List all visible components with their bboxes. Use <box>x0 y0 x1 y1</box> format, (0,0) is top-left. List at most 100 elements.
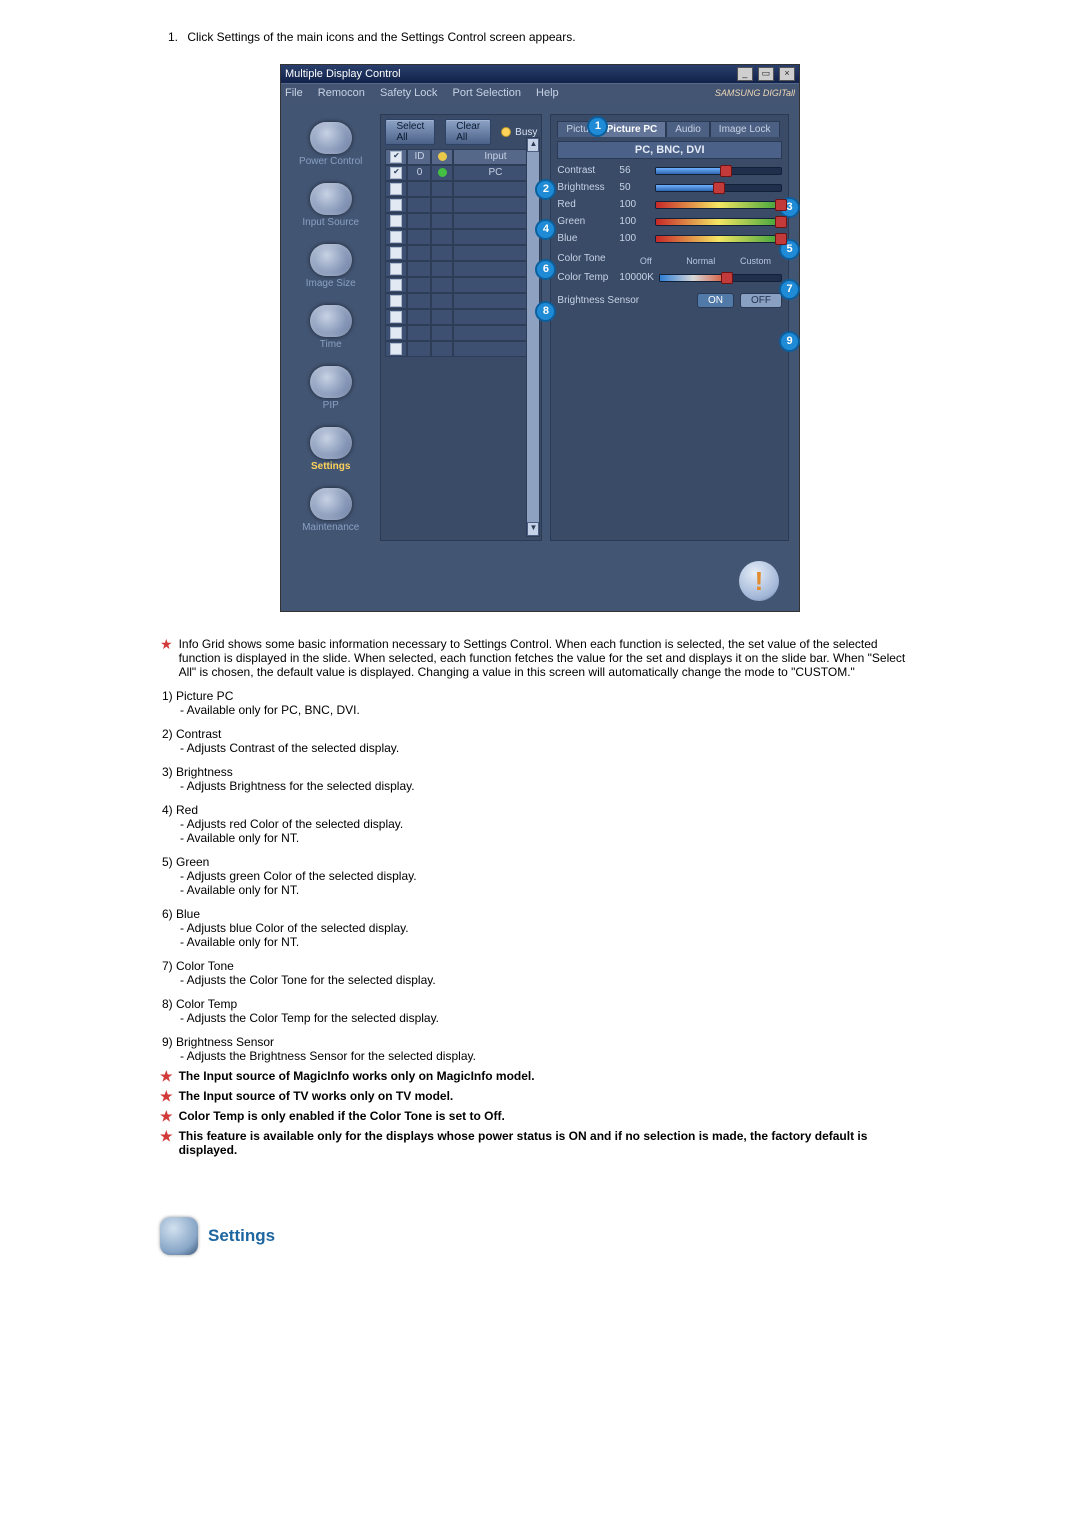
sidebar-item-power[interactable]: Power Control <box>289 114 372 175</box>
green-slider[interactable] <box>655 218 782 226</box>
star-icon: ★ <box>160 1069 173 1083</box>
sidebar-item-time[interactable]: Time <box>289 297 372 358</box>
colortemp-slider[interactable] <box>659 274 782 282</box>
menu-safetylock[interactable]: Safety Lock <box>380 87 437 99</box>
app-screenshot: Multiple Display Control _ ▭ × File Remo… <box>280 64 800 612</box>
sidebar-item-input[interactable]: Input Source <box>289 175 372 236</box>
busy-icon <box>501 127 511 137</box>
callout-8: 8 <box>535 301 556 322</box>
select-all-button[interactable]: Select All <box>385 119 435 145</box>
table-row[interactable] <box>385 213 537 229</box>
def-sub: - Available only for NT. <box>180 831 920 845</box>
table-row[interactable]: 0 PC <box>385 165 537 181</box>
table-row[interactable] <box>385 197 537 213</box>
menu-portselection[interactable]: Port Selection <box>452 87 520 99</box>
sidebar-item-settings[interactable]: Settings <box>289 419 372 480</box>
star-icon: ★ <box>160 1109 173 1123</box>
red-slider[interactable] <box>655 201 782 209</box>
status-dot-icon <box>438 168 447 177</box>
menu-remocon[interactable]: Remocon <box>318 87 365 99</box>
busy-indicator: Busy <box>501 127 537 138</box>
def-header: 9) Brightness Sensor <box>162 1035 920 1049</box>
settings-panel: Pictu Picture PC Audio Image Lock 1 PC, … <box>550 114 789 541</box>
menu-file[interactable]: File <box>285 87 303 99</box>
def-sub: - Adjusts the Color Temp for the selecte… <box>180 1011 920 1025</box>
def-header: 1) Picture PC <box>162 689 920 703</box>
def-sub: - Adjusts green Color of the selected di… <box>180 869 920 883</box>
row-brightness-sensor: Brightness Sensor ON OFF <box>557 293 782 308</box>
def-sub: - Adjusts Brightness for the selected di… <box>180 779 920 793</box>
star-icon: ★ <box>160 637 173 679</box>
section-heading: Settings <box>208 1226 275 1246</box>
scroll-down-icon[interactable]: ▼ <box>527 522 539 536</box>
star-note: ★The Input source of TV works only on TV… <box>160 1089 920 1103</box>
callout-6: 6 <box>535 259 556 280</box>
close-icon[interactable]: × <box>779 67 795 81</box>
window-titlebar: Multiple Display Control _ ▭ × <box>281 65 799 83</box>
brightness-slider[interactable] <box>655 184 782 192</box>
sensor-on-button[interactable]: ON <box>697 293 734 308</box>
table-row[interactable] <box>385 245 537 261</box>
maximize-icon[interactable]: ▭ <box>758 67 774 81</box>
table-row[interactable] <box>385 181 537 197</box>
tone-custom[interactable]: Custom <box>729 256 782 266</box>
definition-list: 1) Picture PC- Available only for PC, BN… <box>162 689 920 1063</box>
row-contrast: Contrast 56 <box>557 165 782 176</box>
row-green: Green 100 <box>557 216 782 227</box>
def-header: 3) Brightness <box>162 765 920 779</box>
def-header: 8) Color Temp <box>162 997 920 1011</box>
time-icon <box>310 305 352 337</box>
callout-4: 4 <box>535 219 556 240</box>
minimize-icon[interactable]: _ <box>737 67 753 81</box>
tone-normal[interactable]: Normal <box>674 256 727 266</box>
menu-help[interactable]: Help <box>536 87 559 99</box>
def-sub: - Adjusts blue Color of the selected dis… <box>180 921 920 935</box>
sidebar-item-maintenance[interactable]: Maintenance <box>289 480 372 541</box>
table-row[interactable] <box>385 325 537 341</box>
sensor-off-button[interactable]: OFF <box>740 293 782 308</box>
def-header: 7) Color Tone <box>162 959 920 973</box>
def-sub: - Available only for NT. <box>180 935 920 949</box>
power-icon <box>310 122 352 154</box>
imagesize-icon <box>310 244 352 276</box>
menubar: File Remocon Safety Lock Port Selection … <box>281 83 799 102</box>
blue-slider[interactable] <box>655 235 782 243</box>
row-brightness: Brightness 50 <box>557 182 782 193</box>
callout-2: 2 <box>535 179 556 200</box>
table-row[interactable] <box>385 261 537 277</box>
star-note: ★This feature is available only for the … <box>160 1129 920 1157</box>
tab-audio[interactable]: Audio <box>666 121 710 137</box>
table-row[interactable] <box>385 277 537 293</box>
tab-imagelock[interactable]: Image Lock <box>710 121 780 137</box>
star-icon: ★ <box>160 1129 173 1157</box>
table-row[interactable] <box>385 229 537 245</box>
brand-label: SAMSUNG DIGITall <box>715 88 795 98</box>
def-sub: - Adjusts the Brightness Sensor for the … <box>180 1049 920 1063</box>
star-icon: ★ <box>160 1089 173 1103</box>
table-row[interactable] <box>385 293 537 309</box>
settings-icon <box>310 427 352 459</box>
def-header: 5) Green <box>162 855 920 869</box>
callout-7: 7 <box>779 279 800 300</box>
contrast-slider[interactable] <box>655 167 782 175</box>
info-grid: Select All Clear All Busy ID Input 0 <box>380 114 542 541</box>
row-red: Red 100 <box>557 199 782 210</box>
callout-9: 9 <box>779 331 800 352</box>
table-row[interactable] <box>385 309 537 325</box>
alert-icon: ! <box>739 561 779 601</box>
status-icon <box>438 152 447 161</box>
def-header: 4) Red <box>162 803 920 817</box>
checkbox-header[interactable] <box>390 151 402 163</box>
scroll-up-icon[interactable]: ▲ <box>527 138 539 152</box>
row-colortone: Color Tone Off Normal Custom <box>557 250 782 266</box>
tone-off[interactable]: Off <box>619 256 672 266</box>
table-row[interactable] <box>385 341 537 357</box>
clear-all-button[interactable]: Clear All <box>445 119 491 145</box>
def-sub: - Available only for NT. <box>180 883 920 897</box>
sidebar-item-imagesize[interactable]: Image Size <box>289 236 372 297</box>
note-intro: ★ Info Grid shows some basic information… <box>160 637 920 679</box>
row-colortemp: Color Temp 10000K <box>557 272 782 283</box>
tab-picture-pc[interactable]: Picture PC <box>598 121 667 137</box>
sidebar-item-pip[interactable]: PIP <box>289 358 372 419</box>
row-checkbox[interactable] <box>390 167 402 179</box>
